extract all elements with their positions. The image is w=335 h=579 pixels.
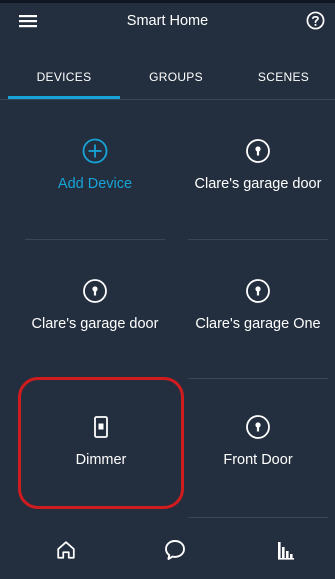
add-device-button[interactable]: Add Device (15, 120, 175, 240)
tab-bar: DEVICES GROUPS SCENES (0, 54, 335, 100)
grid-divider (25, 239, 165, 240)
tab-groups[interactable]: GROUPS (120, 54, 232, 100)
question-circle-icon[interactable] (306, 11, 325, 30)
lock-icon (245, 138, 271, 164)
grid-divider (188, 239, 328, 240)
device-label: Clare's garage door (31, 316, 159, 332)
lock-icon (245, 278, 271, 304)
tab-scenes[interactable]: SCENES (232, 54, 335, 100)
grid-divider (188, 378, 328, 379)
device-tile-clares-garage-one[interactable]: Clare's garage One (178, 260, 335, 380)
page-title: Smart Home (126, 13, 209, 29)
device-label: Front Door (223, 452, 293, 468)
device-tile-dimmer[interactable]: Dimmer (22, 396, 180, 516)
device-label: Clare's garage One (195, 316, 321, 332)
tabs-divider (0, 99, 335, 100)
hamburger-menu-icon[interactable] (18, 11, 38, 31)
app-header: Smart Home (0, 3, 335, 43)
device-label: Dimmer (75, 452, 127, 468)
device-label: Clare's garage door (194, 176, 322, 192)
lock-icon (82, 278, 108, 304)
grid-divider (188, 517, 328, 518)
bottom-navigation (0, 520, 335, 579)
chat-bubble-icon[interactable] (155, 530, 195, 570)
home-icon[interactable] (46, 530, 86, 570)
switch-icon (88, 414, 114, 440)
activity-bars-icon[interactable] (266, 530, 306, 570)
plus-circle-icon (82, 138, 108, 164)
device-tile-clares-garage-door[interactable]: Clare's garage door (178, 120, 335, 240)
tab-devices[interactable]: DEVICES (8, 54, 120, 100)
lock-icon (245, 414, 271, 440)
device-tile-front-door[interactable]: Front Door (178, 396, 335, 516)
device-label: Add Device (57, 176, 133, 192)
device-tile-clares-garage-door-2[interactable]: Clare's garage door (15, 260, 175, 380)
